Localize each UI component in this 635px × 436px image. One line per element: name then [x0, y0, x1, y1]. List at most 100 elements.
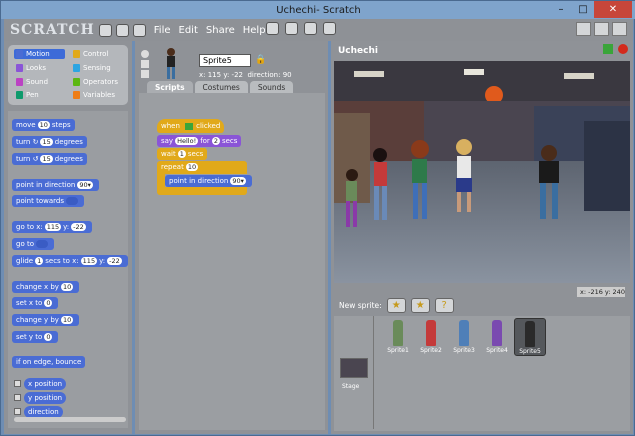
scripts-area[interactable]: when clicked say Hello! for 2 secs wait 1 secs… [139, 93, 325, 430]
stage-panel: Uchechi x: -216 y: 240 New sprite: ★ ★ ?… [331, 41, 633, 434]
set-y-block[interactable]: set y to 0 [12, 331, 59, 343]
menu-share[interactable]: Share [206, 25, 235, 36]
category-selector: Motion Control Looks Sensing Sound Operators P… [8, 45, 128, 105]
stop-button[interactable] [618, 44, 628, 54]
stage-thumbnail-image [340, 358, 368, 378]
when-flag-clicked-block[interactable]: when clicked [157, 119, 225, 133]
title-bar: Uchechi- Scratch – □ ✕ [1, 1, 635, 19]
category-motion[interactable]: Motion [14, 49, 65, 59]
maximize-button[interactable]: □ [572, 1, 594, 18]
wait-block[interactable]: wait 1 secs [157, 148, 208, 160]
point-towards-block[interactable]: point towards [12, 195, 84, 207]
sprite-thumb-3[interactable]: Sprite3 [448, 318, 480, 356]
point-direction-block[interactable]: point in direction 90▾ [12, 179, 99, 191]
stage-sprite5 [539, 145, 559, 219]
category-control[interactable]: Control [71, 49, 122, 59]
glide-block[interactable]: glide 1 secs to x: 115 y: -22 [12, 255, 128, 267]
sprite-thumb-image [525, 321, 535, 347]
sprite-editor-panel: Sprite5 🔒 x: 115 y: -22 direction: 90 Sc… [135, 41, 328, 434]
stage-sprites [346, 139, 559, 227]
block-palette-panel: Motion Control Looks Sensing Sound Operators P… [4, 41, 132, 434]
paint-sprite-button[interactable]: ★ [386, 298, 406, 313]
random-sprite-button[interactable]: ? [434, 298, 454, 313]
menu-edit[interactable]: Edit [179, 25, 198, 36]
turn-ccw-block[interactable]: turn ↺ 15 degrees [12, 153, 87, 165]
grow-icon[interactable] [304, 22, 317, 35]
direction-checkbox[interactable] [14, 408, 21, 415]
sprite-coords: x: 115 y: -22 direction: 90 [199, 71, 292, 79]
category-sound[interactable]: Sound [14, 77, 65, 87]
sprite-thumb-image [492, 320, 502, 346]
rotate-style-icon[interactable] [141, 50, 149, 58]
move-block[interactable]: move 10 steps [12, 119, 75, 131]
category-sensing[interactable]: Sensing [71, 63, 122, 73]
sprite-thumb-1[interactable]: Sprite1 [382, 318, 414, 356]
sprite-thumb-label: Sprite2 [420, 347, 442, 354]
sprite-thumb-2[interactable]: Sprite2 [415, 318, 447, 356]
bounce-block[interactable]: if on edge, bounce [12, 356, 86, 368]
category-variables[interactable]: Variables [71, 90, 122, 100]
sprite-thumb-image [393, 320, 403, 346]
choose-sprite-button[interactable]: ★ [410, 298, 430, 313]
lock-icon[interactable]: 🔒 [255, 55, 266, 65]
sprite-thumb-label: Sprite4 [486, 347, 508, 354]
stage-thumbnail[interactable]: Stage [336, 316, 374, 429]
globe-icon[interactable] [98, 23, 112, 37]
sprite-list: Stage Sprite1 Sprite2 Sprite3 Sprite4 Sprite… [334, 316, 630, 431]
scratch-logo: SCRATCH [10, 22, 95, 38]
sprite-thumbnail [167, 48, 175, 79]
minimize-button[interactable]: – [550, 1, 572, 18]
change-y-block[interactable]: change y by 10 [12, 314, 80, 326]
say-for-secs-block[interactable]: say Hello! for 2 secs [157, 135, 242, 147]
stage-thumbnail-label: Stage [342, 383, 360, 390]
tab-costumes[interactable]: Costumes [194, 81, 248, 93]
stage-sprite1 [346, 169, 358, 227]
go-to-xy-block[interactable]: go to x: 115 y: -22 [12, 221, 92, 233]
new-sprite-label: New sprite: [339, 301, 382, 310]
stage-sprite3 [411, 140, 429, 219]
duplicate-icon[interactable] [266, 22, 279, 35]
small-stage-icon[interactable] [576, 22, 591, 36]
no-rotate-icon[interactable] [141, 70, 149, 78]
category-operators[interactable]: Operators [71, 77, 122, 87]
palette-scrollbar[interactable] [14, 417, 126, 422]
y-position-checkbox[interactable] [14, 394, 21, 401]
flip-style-icon[interactable] [141, 60, 149, 68]
go-to-block[interactable]: go to [12, 238, 54, 250]
menu-bar: SCRATCH File Edit Share Help [4, 19, 633, 41]
delete-icon[interactable] [285, 22, 298, 35]
x-position-checkbox[interactable] [14, 380, 21, 387]
presentation-mode-icon[interactable] [612, 22, 627, 36]
scratch-window: Uchechi- Scratch – □ ✕ SCRATCH File Edit… [0, 0, 635, 436]
share-icon[interactable] [132, 23, 146, 37]
sprite-thumb-5[interactable]: Sprite5 [514, 318, 546, 356]
sprite-thumb-image [459, 320, 469, 346]
normal-stage-icon[interactable] [594, 22, 609, 36]
save-icon[interactable] [115, 23, 129, 37]
mouse-coords: x: -216 y: 240 [577, 287, 625, 297]
window-title: Uchechi- Scratch [276, 4, 361, 16]
turn-cw-block[interactable]: turn ↻ 15 degrees [12, 136, 87, 148]
y-position-reporter[interactable]: y position [24, 392, 67, 404]
menu-file[interactable]: File [154, 25, 171, 36]
green-flag-button[interactable] [603, 44, 613, 54]
shrink-icon[interactable] [323, 22, 336, 35]
tab-scripts[interactable]: Scripts [147, 81, 193, 93]
sprite-name-input[interactable]: Sprite5 [199, 54, 251, 67]
tab-sounds[interactable]: Sounds [249, 81, 294, 93]
block-palette: move 10 steps turn ↻ 15 degrees turn ↺ 15 degr… [8, 111, 128, 428]
close-button[interactable]: ✕ [594, 1, 632, 18]
point-in-direction-block[interactable]: point in direction 90▾ [165, 175, 252, 187]
stage-canvas[interactable] [334, 61, 630, 283]
category-looks[interactable]: Looks [14, 63, 65, 73]
sprite-thumb-label: Sprite3 [453, 347, 475, 354]
sprite-thumb-4[interactable]: Sprite4 [481, 318, 513, 356]
category-pen[interactable]: Pen [14, 90, 65, 100]
stage-sprite2 [373, 148, 387, 220]
set-x-block[interactable]: set x to 0 [12, 297, 59, 309]
change-x-block[interactable]: change x by 10 [12, 281, 80, 293]
new-sprite-bar: New sprite: ★ ★ ? [339, 298, 454, 313]
sprite-thumb-image [426, 320, 436, 346]
x-position-reporter[interactable]: x position [24, 378, 67, 390]
editor-tabs: Scripts Costumes Sounds [147, 81, 294, 93]
